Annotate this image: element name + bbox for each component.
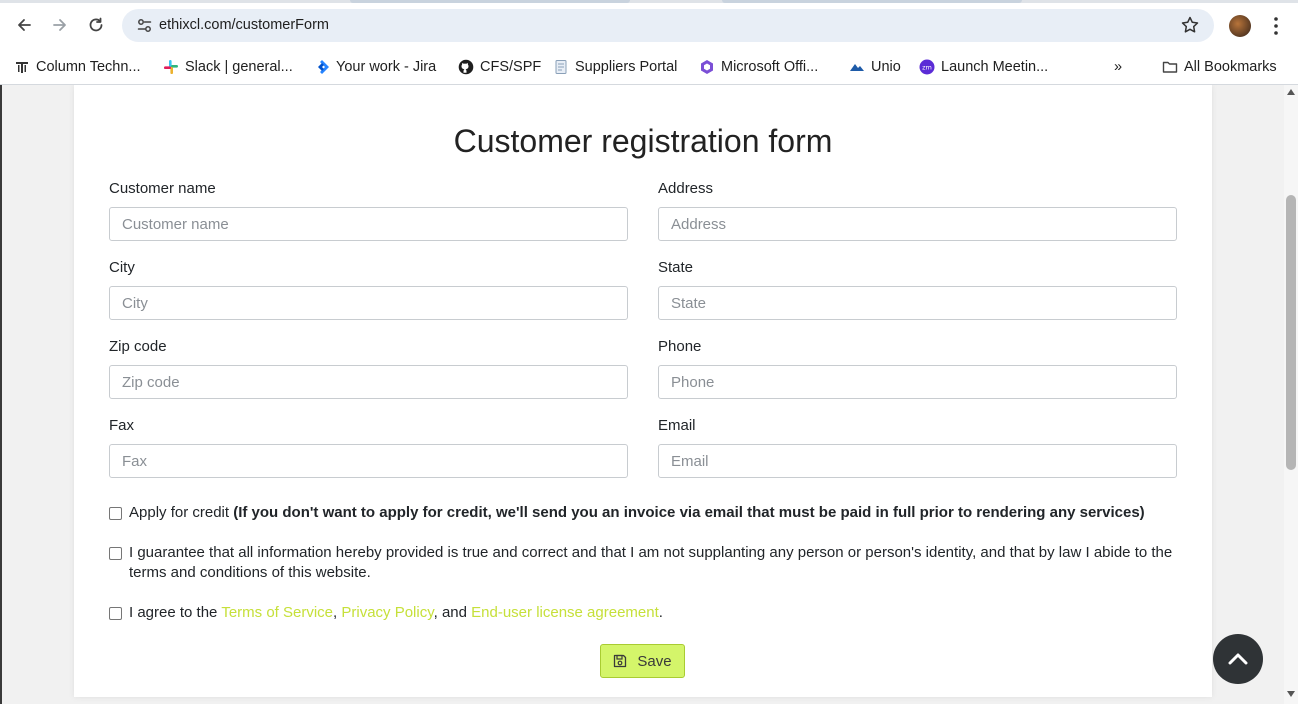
svg-text:zm: zm [922,64,932,72]
scroll-down-arrow-icon[interactable] [1287,691,1295,697]
unio-icon [849,59,865,75]
registration-form-card: Customer registration form Customer name… [74,85,1212,697]
chevron-double-right-icon: » [1114,59,1123,75]
apply-credit-note: (If you don't want to apply for credit, … [233,504,1145,521]
slack-icon [163,59,179,75]
city-input[interactable] [109,286,628,320]
more-vertical-icon[interactable] [1268,15,1284,37]
bookmark-microsoft-office[interactable]: Microsoft Offi... [699,55,818,79]
agree-prefix: I agree to the [129,604,218,621]
bookmark-slack[interactable]: Slack | general... [163,55,293,79]
zoom-icon: zm [919,59,935,75]
customer-name-label: Customer name [109,180,216,197]
scrollbar-thumb[interactable] [1286,195,1296,470]
folder-icon [1162,59,1178,75]
bookmark-unio[interactable]: Unio [849,55,901,79]
save-button[interactable]: Save [600,644,685,678]
chevron-up-icon [1228,653,1248,665]
address-label: Address [658,180,714,197]
all-bookmarks-button[interactable]: All Bookmarks [1162,55,1277,79]
jira-icon [314,59,330,75]
bookmark-zoom[interactable]: zm Launch Meetin... [919,55,1048,79]
tab-strip-edge [0,0,1298,3]
browser-toolbar: ethixcl.com/customerForm [0,0,1298,50]
zip-code-label: Zip code [109,338,167,355]
forward-button[interactable] [47,12,73,38]
apply-credit-checkbox[interactable] [109,507,122,520]
url-text[interactable]: ethixcl.com/customerForm [159,17,329,33]
bookmark-github[interactable]: CFS/SPF [458,55,541,79]
address-group: Address [658,180,1178,241]
state-input[interactable] [658,286,1177,320]
bookmark-suppliers-portal[interactable]: Suppliers Portal [553,55,677,79]
form-title: Customer registration form [453,123,833,159]
email-input[interactable] [658,444,1177,478]
page-scrollbar[interactable] [1284,85,1298,704]
bookmarks-bar: Column Techn... Slack | general... Your … [0,50,1298,85]
arrow-left-icon [18,19,31,31]
bookmark-column[interactable]: Column Techn... [14,55,141,79]
address-input[interactable] [658,207,1177,241]
profile-avatar[interactable] [1229,15,1251,37]
apply-credit-label[interactable]: Apply for credit [129,504,229,521]
github-icon [458,59,474,75]
city-group: City [109,259,629,320]
zip-code-input[interactable] [109,365,628,399]
agree-terms-checkbox[interactable] [109,607,122,620]
bookmarks-overflow-button[interactable]: » [1114,55,1122,79]
site-settings-icon[interactable] [136,17,153,34]
arrow-right-icon [53,19,66,31]
column-logo-icon [14,59,30,75]
save-button-label: Save [637,652,672,670]
terms-of-service-link[interactable]: Terms of Service [221,604,333,621]
scroll-to-top-button[interactable] [1213,634,1263,684]
phone-label: Phone [658,338,702,355]
reload-button[interactable] [83,12,109,38]
fax-group: Fax [109,417,629,478]
guarantee-label[interactable]: I guarantee that all information hereby … [129,543,1179,583]
email-group: Email [658,417,1178,478]
customer-name-group: Customer name [109,180,629,241]
microsoft-office-icon [699,59,715,75]
scroll-up-arrow-icon[interactable] [1287,89,1295,95]
phone-input[interactable] [658,365,1177,399]
floppy-disk-icon [614,654,627,668]
address-bar[interactable]: ethixcl.com/customerForm [122,9,1214,42]
fax-input[interactable] [109,444,628,478]
eula-link[interactable]: End-user license agreement [471,604,659,621]
state-label: State [658,259,694,276]
page-viewport: Customer registration form Customer name… [0,85,1298,704]
state-group: State [658,259,1178,320]
document-icon [553,59,569,75]
zip-code-group: Zip code [109,338,629,399]
guarantee-row: I guarantee that all information hereby … [109,543,1179,583]
bookmark-star-icon[interactable] [1180,15,1200,35]
agree-terms-row: I agree to the Terms of Service, Privacy… [109,603,1179,623]
customer-name-input[interactable] [109,207,628,241]
email-label: Email [658,417,696,434]
phone-group: Phone [658,338,1178,399]
reload-icon [89,17,103,32]
back-button[interactable] [11,12,37,38]
bookmark-jira[interactable]: Your work - Jira [314,55,436,79]
apply-credit-row: Apply for credit (If you don't want to a… [109,503,1179,523]
guarantee-checkbox[interactable] [109,547,122,560]
city-label: City [109,259,135,276]
fax-label: Fax [109,417,135,434]
privacy-policy-link[interactable]: Privacy Policy [341,604,433,621]
